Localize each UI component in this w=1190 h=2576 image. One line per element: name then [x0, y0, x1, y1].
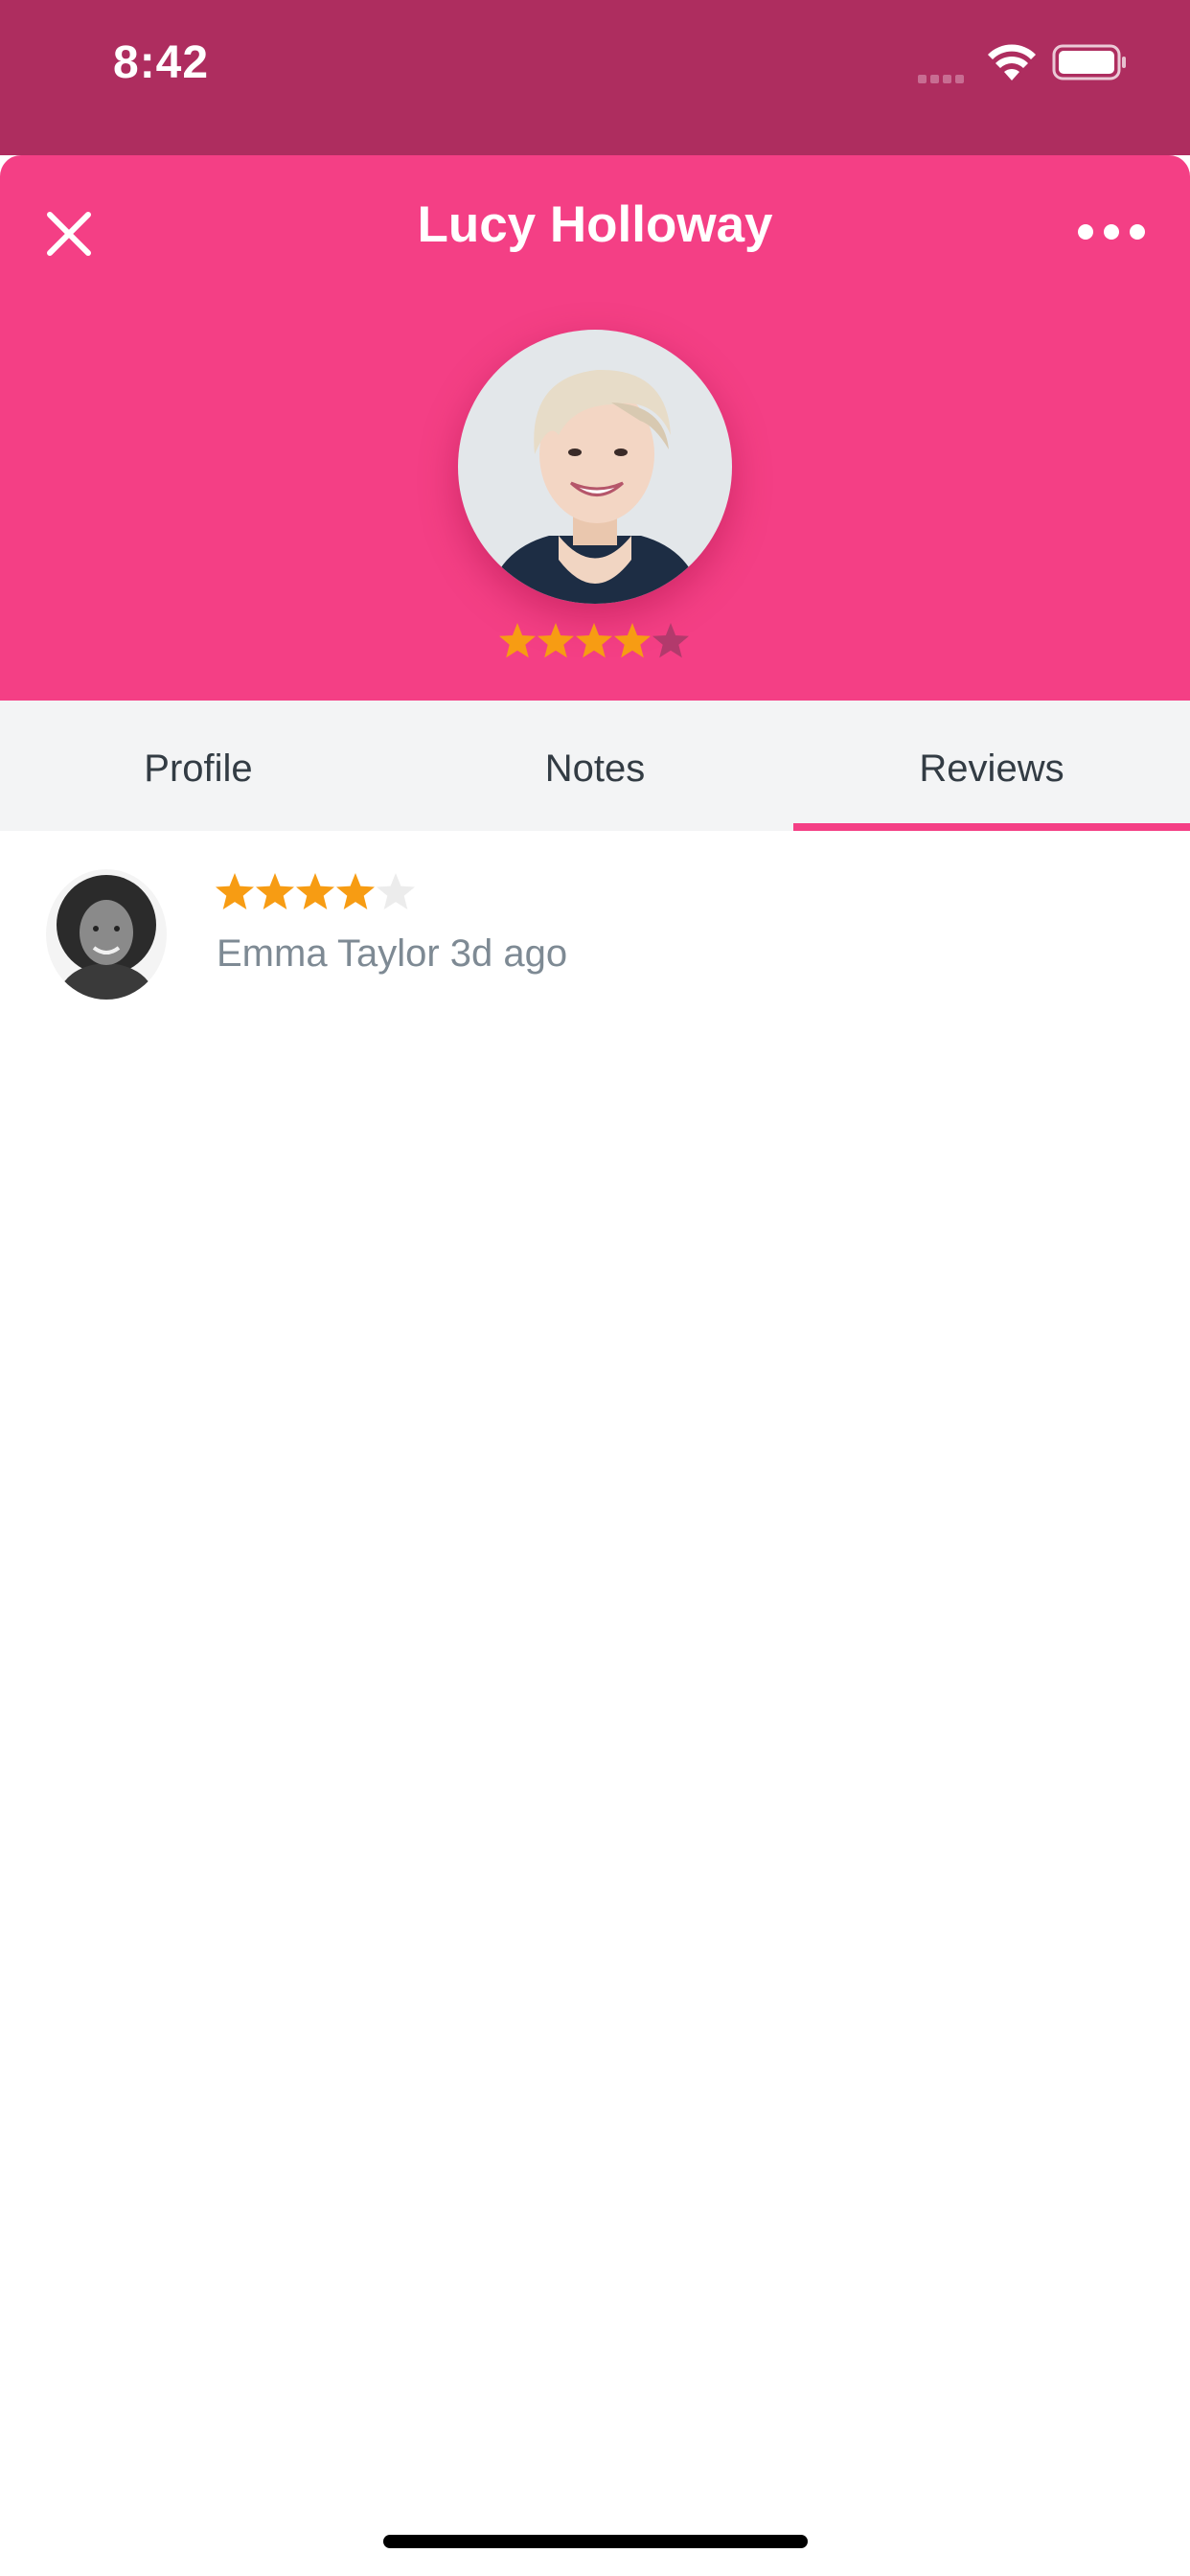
list-item[interactable]: Emma Taylor 3d ago: [0, 831, 1190, 1003]
more-icon: [1078, 224, 1145, 240]
star-icon: [652, 623, 689, 658]
star-icon: [377, 873, 415, 909]
reviewer-name: Emma Taylor: [217, 932, 440, 975]
star-icon: [576, 623, 612, 658]
tab-reviews[interactable]: Reviews: [793, 701, 1190, 831]
active-tab-indicator: [793, 823, 1190, 831]
star-icon: [256, 873, 294, 909]
page-title: Lucy Holloway: [417, 196, 773, 253]
tab-profile[interactable]: Profile: [0, 701, 397, 831]
star-icon: [614, 623, 651, 658]
tab-bar: Profile Notes Reviews: [0, 701, 1190, 831]
signal-icon: [918, 71, 968, 88]
star-icon: [216, 873, 254, 909]
tab-notes[interactable]: Notes: [397, 701, 793, 831]
star-icon: [336, 873, 375, 909]
review-rating: [215, 871, 416, 916]
status-time: 8:42: [113, 37, 210, 88]
avatar: [458, 330, 732, 604]
star-icon: [296, 873, 334, 909]
home-indicator: [383, 2535, 808, 2548]
reviewer-avatar: [46, 869, 167, 1000]
review-time: 3d ago: [449, 932, 568, 975]
wifi-icon: [988, 44, 1036, 80]
star-icon: [499, 623, 536, 658]
header-rating: [498, 621, 690, 664]
more-options-button[interactable]: [1073, 201, 1150, 263]
status-bar: 8:42: [0, 0, 1190, 155]
battery-icon: [1052, 44, 1126, 80]
profile-header: Lucy Holloway: [0, 155, 1190, 701]
review-meta: Emma Taylor 3d ago: [217, 932, 567, 976]
star-icon: [538, 623, 574, 658]
